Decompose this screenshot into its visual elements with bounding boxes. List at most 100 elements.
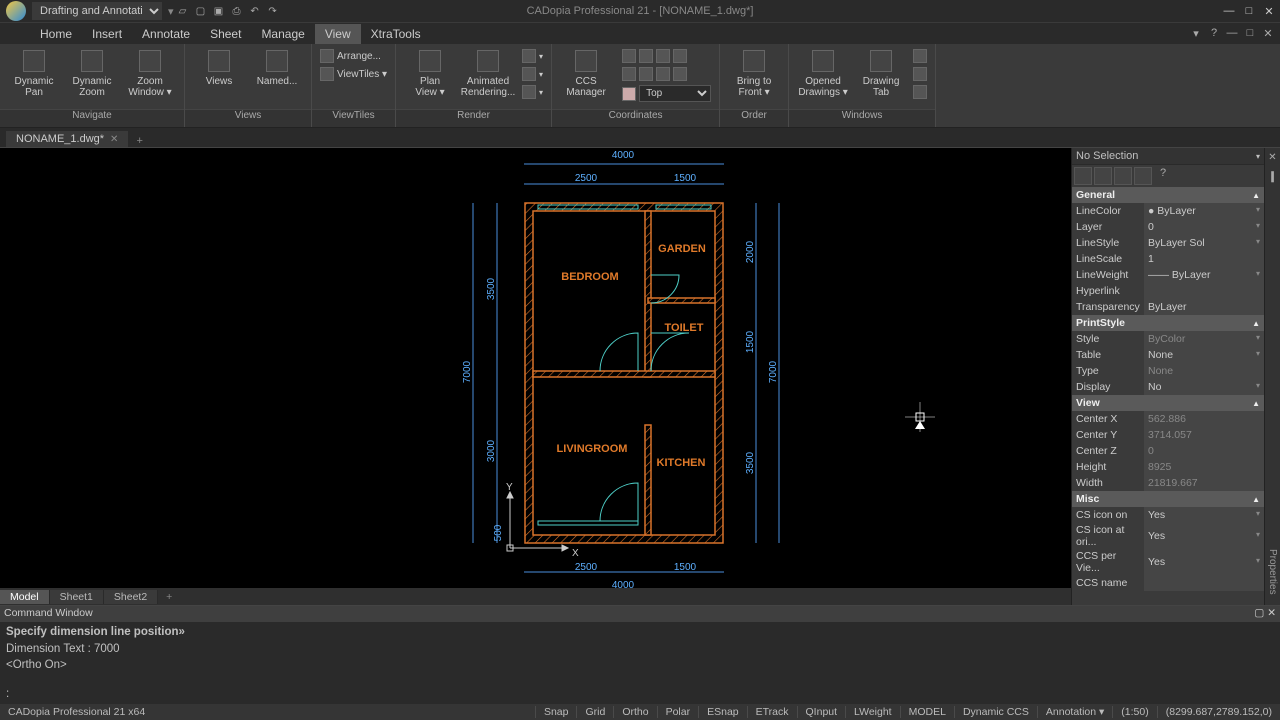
properties-tab-label[interactable]: Properties [1267,549,1278,595]
qat-new-icon[interactable]: ▱ [176,4,190,18]
status-toggle[interactable]: MODEL [900,706,954,718]
prop-value[interactable]: 1 [1144,251,1264,267]
add-sheet-button[interactable]: + [158,591,180,603]
ribbon-tool[interactable]: DynamicZoom [64,48,120,98]
status-toggle[interactable]: ETrack [747,706,797,718]
cmd-close-icon[interactable]: ✕ [1267,607,1276,619]
menu-tab-sheet[interactable]: Sheet [200,24,251,44]
prop-value[interactable]: No [1144,379,1264,395]
props-tool-icon[interactable] [1074,167,1092,185]
prop-value[interactable]: 0 [1144,219,1264,235]
command-input[interactable]: : [0,686,1280,702]
ribbon-tool[interactable]: Views [191,48,247,87]
props-tool-icon[interactable] [1094,167,1112,185]
prop-value[interactable]: ByLayer Sol [1144,235,1264,251]
coord-tool-icon[interactable] [622,49,636,63]
workspace-selector[interactable]: Drafting and Annotation [32,2,162,20]
qat-save-icon[interactable]: ▣ [212,4,226,18]
maximize-button[interactable]: □ [1242,5,1256,18]
qat-open-icon[interactable]: ▢ [194,4,208,18]
cmd-line: Dimension Text : 7000 [6,641,1274,658]
render-tool-icon[interactable] [522,85,536,99]
prop-value[interactable]: None [1144,347,1264,363]
status-toggle[interactable]: LWeight [845,706,900,718]
props-section-header[interactable]: General▲ [1072,187,1264,203]
ribbon-tool[interactable]: DynamicPan [6,48,62,98]
status-toggle[interactable]: Dynamic CCS [954,706,1037,718]
sheet-tab[interactable]: Model [0,590,50,604]
props-tool-icon[interactable] [1134,167,1152,185]
ribbon-tool[interactable]: ZoomWindow ▾ [122,48,178,98]
sheet-tab[interactable]: Sheet1 [50,590,104,604]
props-section-header[interactable]: View▲ [1072,395,1264,411]
status-toggle[interactable]: ESnap [698,706,747,718]
ribbon-tool[interactable]: Arrange... [318,48,389,64]
ribbon-tool[interactable]: DrawingTab [853,48,909,98]
coord-tool-icon[interactable] [656,67,670,81]
ribbon-tool[interactable]: Bring toFront ▾ [726,48,782,98]
status-toggle[interactable]: Grid [576,706,613,718]
help-icon[interactable]: ? [1208,27,1220,40]
prop-value[interactable] [1144,283,1264,299]
status-toggle[interactable]: Snap [535,706,577,718]
menu-tab-manage[interactable]: Manage [251,24,314,44]
doc-restore-icon[interactable]: □ [1244,27,1256,40]
window-tool-icon[interactable] [913,85,927,99]
ribbon-tool[interactable]: ViewTiles ▾ [318,66,389,82]
coord-tool-icon[interactable] [639,67,653,81]
prop-value[interactable] [1144,575,1264,591]
window-tool-icon[interactable] [913,49,927,63]
status-toggle[interactable]: Polar [657,706,699,718]
status-toggle[interactable]: Ortho [613,706,656,718]
render-tool-icon[interactable] [522,67,536,81]
cmd-dock-icon[interactable]: ▢ [1254,607,1264,619]
panel-close-icon[interactable]: ✕ [1268,152,1276,163]
menu-tab-home[interactable]: Home [30,24,82,44]
menu-tab-xtratools[interactable]: XtraTools [361,24,431,44]
props-section-header[interactable]: Misc▲ [1072,491,1264,507]
prop-value[interactable]: Yes [1144,507,1264,523]
layer-selector[interactable]: Top [639,85,711,102]
coord-tool-icon[interactable] [622,67,636,81]
close-button[interactable]: ✕ [1262,5,1276,18]
ribbon-tool[interactable]: PlanView ▾ [402,48,458,98]
prop-value[interactable]: Yes [1144,549,1264,575]
menu-tab-view[interactable]: View [315,24,361,44]
props-tool-icon[interactable] [1114,167,1132,185]
ribbon-tool[interactable]: CCSManager [558,48,614,98]
panel-pin-icon[interactable]: 𝐈 [1270,169,1274,186]
layer-color-icon[interactable] [622,87,636,101]
doc-minimize-icon[interactable]: — [1226,27,1238,40]
prop-value[interactable]: —— ByLayer [1144,267,1264,283]
ribbon-tool[interactable]: OpenedDrawings ▾ [795,48,851,98]
minimize-button[interactable]: — [1222,5,1236,18]
qat-redo-icon[interactable]: ↷ [266,4,280,18]
new-tab-button[interactable]: + [130,135,148,147]
prop-value[interactable]: ByLayer [1144,299,1264,315]
sheet-tab[interactable]: Sheet2 [104,590,158,604]
qat-print-icon[interactable]: ⎙ [230,4,244,18]
ribbon-tool[interactable]: AnimatedRendering... [460,48,516,98]
prop-value[interactable]: ● ByLayer [1144,203,1264,219]
prop-key: Layer [1072,219,1144,235]
props-section-header[interactable]: PrintStyle▲ [1072,315,1264,331]
document-tab[interactable]: NONAME_1.dwg* ✕ [6,131,128,147]
qat-undo-icon[interactable]: ↶ [248,4,262,18]
menu-tab-insert[interactable]: Insert [82,24,132,44]
render-tool-icon[interactable] [522,49,536,63]
status-toggle[interactable]: Annotation ▾ [1037,706,1112,718]
close-tab-icon[interactable]: ✕ [110,134,118,145]
ribbon-tool[interactable]: Named... [249,48,305,87]
drawing-canvas[interactable]: X Y BEDROOMGARDENTOILETLIVINGROOMKITCHEN… [0,148,1071,605]
props-help-icon[interactable]: ? [1154,167,1172,185]
coord-tool-icon[interactable] [673,49,687,63]
prop-value[interactable]: Yes [1144,523,1264,549]
doc-close-icon[interactable]: ✕ [1262,27,1274,40]
coord-tool-icon[interactable] [656,49,670,63]
status-toggle[interactable]: QInput [797,706,846,718]
window-tool-icon[interactable] [913,67,927,81]
menu-tab-annotate[interactable]: Annotate [132,24,200,44]
menu-down-icon[interactable]: ▾ [1190,27,1202,40]
coord-tool-icon[interactable] [673,67,687,81]
coord-tool-icon[interactable] [639,49,653,63]
